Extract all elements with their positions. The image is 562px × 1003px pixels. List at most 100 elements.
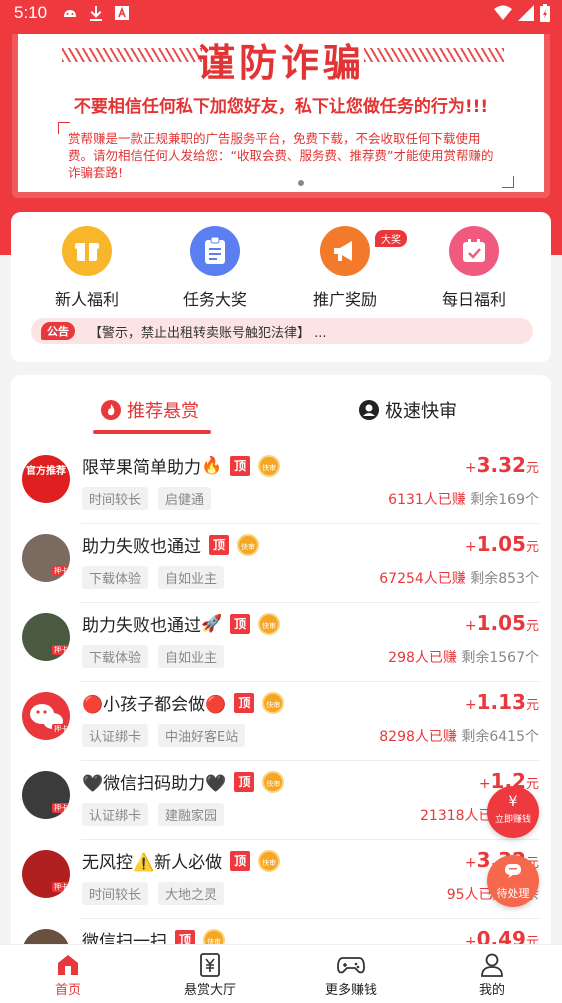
fast-review-badge: 快审 (262, 691, 285, 714)
user-badge-icon (359, 400, 379, 420)
status-bar: 5:10 (0, 0, 562, 28)
task-title: 无风控⚠️新人必做顶快审 (82, 848, 281, 873)
task-row[interactable]: 押卡 助力失败也通过顶快审 下载体验 自如业主 +1.05元 67254人已赚 … (11, 524, 551, 603)
tab-recommended[interactable]: 推荐悬赏 (101, 397, 199, 423)
task-reward: +3.32元 (464, 453, 539, 477)
task-tags: 认证绑卡 建融家园 (82, 803, 225, 826)
quick-action-task-prize[interactable]: 任务大奖 (160, 226, 270, 310)
carousel-indicator[interactable] (298, 180, 304, 186)
status-time: 5:10 (14, 3, 48, 22)
pending-label: 待处理 (496, 887, 530, 900)
avatar: 押卡 (22, 534, 70, 582)
fast-review-badge: 快审 (258, 612, 281, 635)
big-prize-badge: 大奖 (375, 230, 407, 247)
task-stats: 67254人已赚 剩余853个 (379, 571, 539, 587)
chat-icon (487, 863, 539, 883)
anti-fraud-banner[interactable]: 谨防诈骗 不要相信任何私下加您好友，私下让您做任务的行为!!! 赏帮赚是一款正规… (12, 34, 550, 198)
task-tag: 认证绑卡 (82, 803, 149, 826)
task-reward: +1.05元 (464, 611, 539, 635)
nav-profile[interactable]: 我的 (447, 951, 537, 998)
home-icon (23, 951, 113, 979)
quick-action-label: 推广奖励 (312, 290, 377, 309)
tab-fast-review[interactable]: 极速快审 (359, 397, 457, 423)
banner-corner-bottom-right (502, 176, 514, 188)
task-title: 🖤微信扫码助力🖤 顶快审 (82, 769, 285, 794)
announcement-text: 【警示，禁止出租转卖账号触犯法律】 ... (89, 325, 327, 341)
task-title: 🔴小孩子都会做🔴 顶快审 (82, 690, 285, 715)
avatar: 押卡 (22, 613, 70, 661)
avatar-ribbon: 押卡 (52, 882, 70, 892)
clipboard-icon (190, 226, 240, 276)
task-row[interactable]: 官方推荐 限苹果简单助力 🔥 顶快审 时间较长 启健通 +3.32元 6131人已赚… (11, 445, 551, 524)
task-tags: 时间较长 大地之灵 (82, 882, 225, 905)
task-title: 助力失败也通过顶快审 (82, 532, 259, 557)
top-badge: 顶 (234, 692, 255, 713)
task-tag: 中油好客E站 (158, 724, 246, 747)
task-tag: 时间较长 (82, 487, 149, 510)
quick-action-label: 新人福利 (54, 290, 119, 309)
task-tag: 下载体验 (82, 645, 149, 668)
nav-home[interactable]: 首页 (23, 951, 113, 998)
avatar-ribbon: 押卡 (52, 566, 70, 576)
task-list-card: 推荐悬赏 极速快审 官方推荐 限苹果简单助力 🔥 顶快审 时间较长 启健通 +3.3… (11, 375, 551, 1003)
quick-action-daily[interactable]: 每日福利 (419, 226, 529, 310)
active-tab-indicator (93, 430, 211, 434)
earn-now-button[interactable]: ¥ 立即赚钱 (487, 786, 539, 838)
task-tag: 大地之灵 (158, 882, 225, 905)
task-tag: 建融家园 (158, 803, 225, 826)
task-row[interactable]: 押卡 🖤微信扫码助力🖤 顶快审 认证绑卡 建融家园 +1.2元 21318人已赚 … (11, 761, 551, 840)
announcement-bar[interactable]: 公告 【警示，禁止出租转卖账号触犯法律】 ... (31, 318, 533, 344)
task-row[interactable]: 押卡 无风控⚠️新人必做顶快审 时间较长 大地之灵 +3.32元 95人已赚 剩… (11, 840, 551, 919)
nav-label: 更多赚钱 (324, 983, 377, 998)
announcement-tag: 公告 (41, 322, 75, 340)
gamepad-icon (306, 951, 396, 979)
nav-reward-hall[interactable]: 悬赏大厅 (165, 951, 255, 998)
task-tag: 下载体验 (82, 566, 149, 589)
quick-action-label: 任务大奖 (182, 290, 247, 309)
top-badge: 顶 (209, 534, 229, 555)
banner-subtitle: 不要相信任何私下加您好友，私下让您做任务的行为!!! (73, 97, 489, 117)
wifi-icon (494, 5, 512, 20)
task-stats: 6131人已赚 剩余169个 (388, 492, 539, 508)
task-row[interactable]: 押卡 助力失败也通过 🚀 顶快审 下载体验 自如业主 +1.05元 298人已赚 剩… (11, 603, 551, 682)
task-reward: +1.13元 (464, 690, 539, 714)
task-tags: 认证绑卡 中油好客E站 (82, 724, 246, 747)
quick-action-label: 每日福利 (441, 290, 506, 309)
fast-review-badge: 快审 (258, 849, 281, 872)
font-a-icon (115, 6, 129, 20)
avatar: 官方推荐 (22, 455, 70, 503)
user-icon (447, 951, 537, 979)
download-icon (90, 6, 102, 21)
tab-label: 推荐悬赏 (127, 401, 199, 422)
avatar-ribbon: 押卡 (52, 803, 70, 813)
pending-button[interactable]: 待处理 (487, 855, 539, 907)
task-row[interactable]: 押卡 🔴小孩子都会做🔴 顶快审 认证绑卡 中油好客E站 +1.13元 8298人已… (11, 682, 551, 761)
top-badge: 顶 (230, 455, 251, 476)
quick-action-newcomer[interactable]: 新人福利 (32, 226, 142, 310)
bottom-nav: 首页 悬赏大厅 更多赚钱 我的 (0, 944, 562, 1003)
task-tags: 时间较长 启健通 (82, 487, 212, 510)
avatar-ribbon: 押卡 (52, 724, 70, 734)
avatar-ribbon: 押卡 (52, 645, 70, 655)
avatar: 押卡 (22, 692, 70, 740)
avatar-text: 官方推荐 (26, 466, 66, 477)
top-badge: 顶 (230, 613, 251, 634)
avatar: 押卡 (22, 771, 70, 819)
task-title: 限苹果简单助力 🔥 顶快审 (82, 453, 281, 478)
task-tags: 下载体验 自如业主 (82, 645, 225, 668)
top-badge: 顶 (234, 771, 255, 792)
tab-label: 极速快审 (385, 401, 457, 422)
nav-label: 悬赏大厅 (183, 983, 236, 998)
nav-more-earnings[interactable]: 更多赚钱 (306, 951, 396, 998)
gift-icon (62, 226, 112, 276)
earn-now-label: 立即赚钱 (494, 815, 531, 825)
task-title: 助力失败也通过 🚀 顶快审 (82, 611, 281, 636)
nav-label: 我的 (478, 983, 505, 998)
banner-title: 谨防诈骗 (196, 41, 365, 85)
megaphone-icon (320, 226, 370, 276)
nav-label: 首页 (54, 983, 81, 998)
battery-icon (540, 4, 550, 22)
fast-review-badge: 快审 (237, 533, 259, 556)
task-tag: 自如业主 (158, 645, 225, 668)
quick-actions-card: 新人福利 任务大奖 推广奖励 大奖 每日福利 公告 【警示，禁止出租转卖账号触犯… (11, 212, 551, 362)
